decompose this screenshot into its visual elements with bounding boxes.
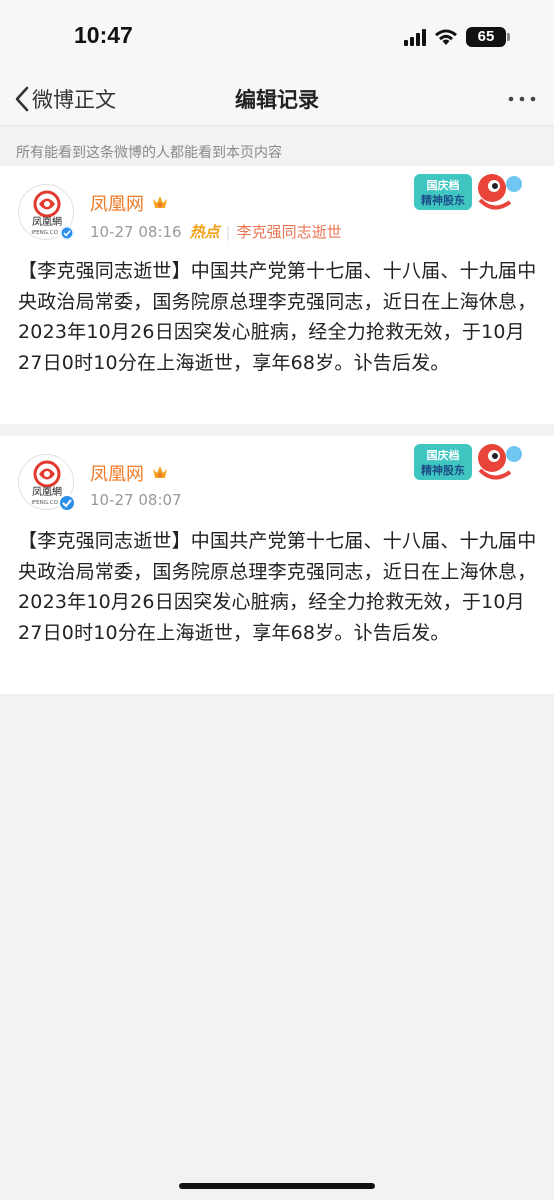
author-name[interactable]: 凤凰网 bbox=[90, 460, 144, 486]
meta-divider: | bbox=[225, 222, 231, 241]
topic-link[interactable]: 李克强同志逝世 bbox=[237, 221, 342, 242]
nav-bar: 微博正文 编辑记录 bbox=[0, 72, 554, 126]
page-title: 编辑记录 bbox=[235, 88, 319, 112]
svg-text:精神股东: 精神股东 bbox=[421, 193, 465, 207]
svg-text:精神股东: 精神股东 bbox=[421, 463, 465, 477]
cellular-signal-icon bbox=[404, 28, 426, 46]
author-name[interactable]: 凤凰网 bbox=[90, 190, 144, 216]
status-time: 10:47 bbox=[74, 22, 133, 48]
status-icons: 65 bbox=[404, 26, 510, 48]
national-day-banner[interactable]: 国庆档 精神股东 bbox=[414, 440, 526, 484]
author-row: 凤凰网 bbox=[90, 460, 170, 486]
post-card: 凤凰網 IFENG.COM 凤凰网 10-27 08:16 热点 | 李克强同志… bbox=[0, 166, 554, 424]
national-day-banner[interactable]: 国庆档 精神股东 bbox=[414, 170, 526, 214]
svg-text:国庆档: 国庆档 bbox=[427, 178, 460, 192]
post-time: 10-27 08:16 bbox=[90, 222, 182, 241]
hot-tag: 热点 bbox=[189, 223, 220, 241]
verified-badge-icon bbox=[58, 224, 76, 242]
post-meta: 10-27 08:07 bbox=[90, 491, 182, 509]
verified-badge-icon bbox=[58, 494, 76, 512]
visibility-notice: 所有能看到这条微博的人都能看到本页内容 bbox=[16, 145, 282, 161]
post-text: 【李克强同志逝世】中国共产党第十七届、十八届、十九届中央政治局常委，国务院原总理… bbox=[18, 260, 537, 374]
svg-text:国庆档: 国庆档 bbox=[427, 448, 460, 462]
status-bar: 10:47 65 bbox=[0, 0, 554, 72]
battery-icon: 65 bbox=[466, 27, 510, 47]
more-dots-icon[interactable] bbox=[506, 86, 538, 112]
home-indicator[interactable] bbox=[179, 1183, 375, 1189]
wifi-icon bbox=[435, 29, 457, 45]
post-meta: 10-27 08:16 热点 | 李克强同志逝世 bbox=[90, 221, 342, 242]
author-row: 凤凰网 bbox=[90, 190, 170, 216]
post-text: 【李克强同志逝世】中国共产党第十七届、十八届、十九届中央政治局常委，国务院原总理… bbox=[18, 530, 537, 644]
gold-member-icon bbox=[153, 466, 167, 478]
post-card: 凤凰網 IFENG.COM 凤凰网 10-27 08:07 国庆档 精神股东 【… bbox=[0, 436, 554, 694]
svg-text:凤凰網: 凤凰網 bbox=[32, 215, 62, 228]
post-time: 10-27 08:07 bbox=[90, 491, 182, 509]
gold-member-icon bbox=[153, 196, 167, 208]
